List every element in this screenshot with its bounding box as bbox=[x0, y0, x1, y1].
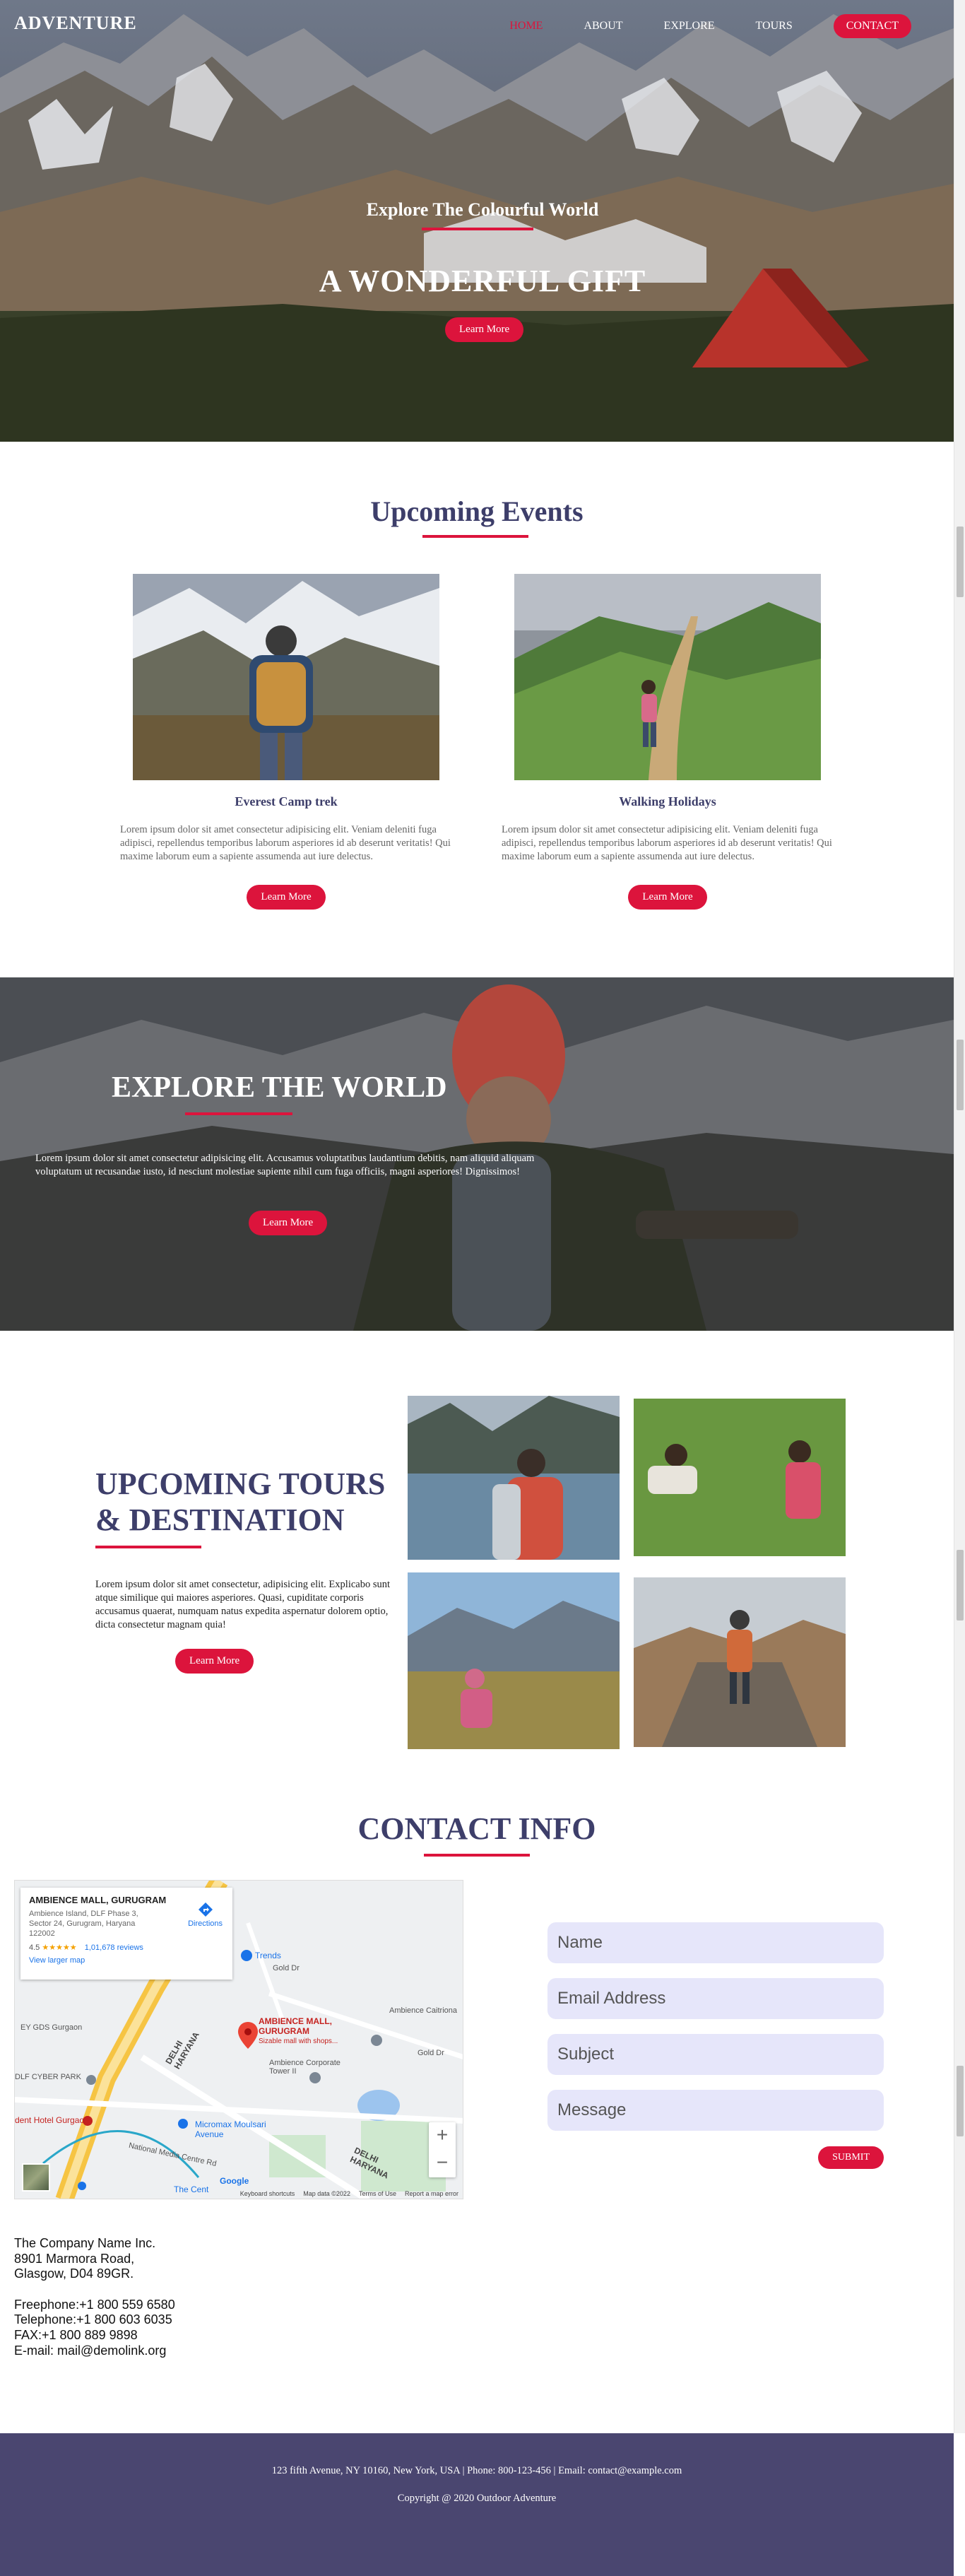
nav-contact-button[interactable]: CONTACT bbox=[833, 14, 911, 38]
brand-logo[interactable]: ADVENTURE bbox=[14, 13, 137, 34]
event-description: Lorem ipsum dolor sit amet consectetur a… bbox=[502, 824, 832, 862]
footer: 123 fifth Avenue, NY 10160, New York, US… bbox=[0, 2433, 954, 2576]
contact-form: SUBMIT bbox=[547, 1922, 884, 2169]
map-rating-stars: ★★★★★ bbox=[42, 1943, 77, 1953]
directions-icon bbox=[198, 1902, 213, 1917]
tour-image-photographers bbox=[634, 1399, 846, 1556]
tour-image-lake bbox=[408, 1396, 620, 1560]
company-address: The Company Name Inc. 8901 Marmora Road,… bbox=[14, 2236, 175, 2358]
explore-title: EXPLORE THE WORLD bbox=[112, 1071, 447, 1104]
event-image-walking bbox=[514, 574, 821, 780]
map-keyboard-shortcuts[interactable]: Keyboard shortcuts bbox=[240, 2190, 295, 2197]
hero-subtitle: Explore The Colourful World bbox=[366, 199, 599, 220]
nav-tours[interactable]: TOURS bbox=[756, 20, 793, 33]
event-card: Walking Holidays Lorem ipsum dolor sit a… bbox=[502, 574, 834, 910]
events-title: Upcoming Events bbox=[370, 495, 584, 527]
map-label-ambience-corporate[interactable]: Ambience Corporate Tower II bbox=[269, 2059, 347, 2076]
tours-description: Lorem ipsum dolor sit amet consectetur, … bbox=[95, 1579, 391, 1630]
nav-about[interactable]: ABOUT bbox=[584, 20, 622, 33]
map-zoom-in-button[interactable]: + bbox=[429, 2122, 456, 2150]
nav-links: HOME ABOUT EXPLORE TOURS CONTACT bbox=[509, 14, 911, 38]
contact-title: CONTACT INFO bbox=[357, 1811, 596, 1846]
tour-image-hiker-sitting bbox=[408, 1572, 620, 1749]
event-card: Everest Camp trek Lorem ipsum dolor sit … bbox=[120, 574, 452, 910]
company-telephone: Telephone:+1 800 603 6035 bbox=[14, 2312, 172, 2327]
map-label-hotel[interactable]: dent Hotel Gurgaon bbox=[15, 2115, 89, 2125]
map-label-gold-dr-2: Gold Dr bbox=[418, 2049, 444, 2057]
map-pin-label[interactable]: AMBIENCE MALL, GURUGRAM bbox=[259, 2016, 357, 2036]
footer-contact-line: 123 fifth Avenue, NY 10160, New York, US… bbox=[271, 2465, 682, 2476]
map-label-ambience-caitriona[interactable]: Ambience Caitriona bbox=[389, 2006, 457, 2015]
event-description: Lorem ipsum dolor sit amet consectetur a… bbox=[120, 824, 451, 862]
events-underline bbox=[422, 535, 528, 538]
nav-explore[interactable]: EXPLORE bbox=[664, 20, 715, 33]
nav-home[interactable]: HOME bbox=[509, 20, 543, 33]
map-view-larger-link[interactable]: View larger map bbox=[29, 1956, 224, 1965]
tour-image-hiker-rocks bbox=[634, 1577, 846, 1747]
submit-button[interactable]: SUBMIT bbox=[818, 2146, 884, 2169]
explore-section: EXPLORE THE WORLD Lorem ipsum dolor sit … bbox=[0, 977, 954, 1331]
map-zoom-control: + − bbox=[429, 2122, 456, 2177]
map-pin-sublabel: Sizable mall with shops... bbox=[259, 2037, 338, 2045]
map-directions-label: Directions bbox=[188, 1919, 223, 1928]
explore-learn-more-button[interactable]: Learn More bbox=[249, 1211, 328, 1235]
hero-learn-more-button[interactable]: Learn More bbox=[445, 317, 524, 342]
map-place-card: AMBIENCE MALL, GURUGRAM Ambience Island,… bbox=[20, 1888, 232, 1980]
company-street: 8901 Marmora Road, bbox=[14, 2251, 135, 2266]
event-learn-more-button[interactable]: Learn More bbox=[628, 884, 707, 910]
map-zoom-out-button[interactable]: − bbox=[429, 2150, 456, 2177]
map-footer: Keyboard shortcuts Map data ©2022 Terms … bbox=[15, 2189, 463, 2199]
company-city: Glasgow, D04 89GR. bbox=[14, 2266, 134, 2281]
explore-underline bbox=[185, 1112, 292, 1115]
hero-underline bbox=[422, 228, 533, 230]
scrollbar[interactable] bbox=[954, 442, 965, 977]
map-google-logo: Google bbox=[220, 2176, 249, 2186]
footer-copyright: Copyright @ 2020 Outdoor Adventure bbox=[397, 2493, 557, 2504]
map-place-address: Ambience Island, DLF Phase 3, Sector 24,… bbox=[29, 1910, 138, 1938]
map-report-error-link[interactable]: Report a map error bbox=[405, 2190, 458, 2197]
navbar: ADVENTURE HOME ABOUT EXPLORE TOURS CONTA… bbox=[0, 0, 954, 51]
map-reviews-link[interactable]: 1,01,678 reviews bbox=[85, 1943, 143, 1952]
contact-underline bbox=[424, 1854, 530, 1857]
map-label-gold-dr: Gold Dr bbox=[273, 1964, 300, 1972]
event-name: Everest Camp trek bbox=[235, 794, 338, 808]
hero-background-image bbox=[0, 0, 954, 442]
company-name: The Company Name Inc. bbox=[14, 2236, 156, 2250]
tours-underline bbox=[95, 1546, 201, 1548]
map-label-cyber-park[interactable]: DLF CYBER PARK bbox=[15, 2073, 81, 2081]
map-label-micromax[interactable]: Micromax Moulsari Avenue bbox=[195, 2119, 273, 2139]
hero-title: A WONDERFUL GIFT bbox=[319, 264, 646, 298]
scrollbar[interactable] bbox=[954, 1331, 965, 1769]
tours-learn-more-button[interactable]: Learn More bbox=[175, 1649, 254, 1674]
map-data-credit: Map data ©2022 bbox=[303, 2190, 350, 2197]
tours-title-line2: & DESTINATION bbox=[95, 1502, 345, 1537]
email-input[interactable] bbox=[547, 1978, 884, 2019]
scrollbar[interactable] bbox=[954, 0, 965, 442]
message-input[interactable] bbox=[547, 2090, 884, 2131]
map-label-ey-gds[interactable]: EY GDS Gurgaon bbox=[20, 2023, 82, 2032]
map-terms-link[interactable]: Terms of Use bbox=[359, 2190, 396, 2197]
map-satellite-toggle[interactable] bbox=[22, 2163, 50, 2192]
scrollbar[interactable] bbox=[954, 977, 965, 1331]
map-directions-button[interactable]: Directions bbox=[188, 1902, 223, 1928]
hero-section: ADVENTURE HOME ABOUT EXPLORE TOURS CONTA… bbox=[0, 0, 954, 442]
company-email: E-mail: mail@demolink.org bbox=[14, 2343, 167, 2358]
scrollbar[interactable] bbox=[954, 1769, 965, 2433]
subject-input[interactable] bbox=[547, 2034, 884, 2075]
company-fax: FAX:+1 800 889 9898 bbox=[14, 2327, 138, 2342]
name-input[interactable] bbox=[547, 1922, 884, 1963]
company-freephone: Freephone:+1 800 559 6580 bbox=[14, 2297, 175, 2312]
map-label-trends[interactable]: Trends bbox=[255, 1951, 281, 1960]
map-rating-value: 4.5 bbox=[29, 1943, 40, 1953]
explore-description: Lorem ipsum dolor sit amet consectetur a… bbox=[35, 1153, 535, 1177]
event-name: Walking Holidays bbox=[619, 794, 716, 808]
event-image-everest bbox=[133, 574, 439, 780]
tours-title: UPCOMING TOURS & DESTINATION bbox=[95, 1466, 385, 1538]
tours-title-line1: UPCOMING TOURS bbox=[95, 1466, 386, 1501]
map-embed[interactable]: AMBIENCE MALL, GURUGRAM Ambience Island,… bbox=[14, 1880, 463, 2199]
map-rating: 4.5 ★★★★★ 1,01,678 reviews bbox=[29, 1943, 224, 1952]
event-learn-more-button[interactable]: Learn More bbox=[247, 884, 326, 910]
